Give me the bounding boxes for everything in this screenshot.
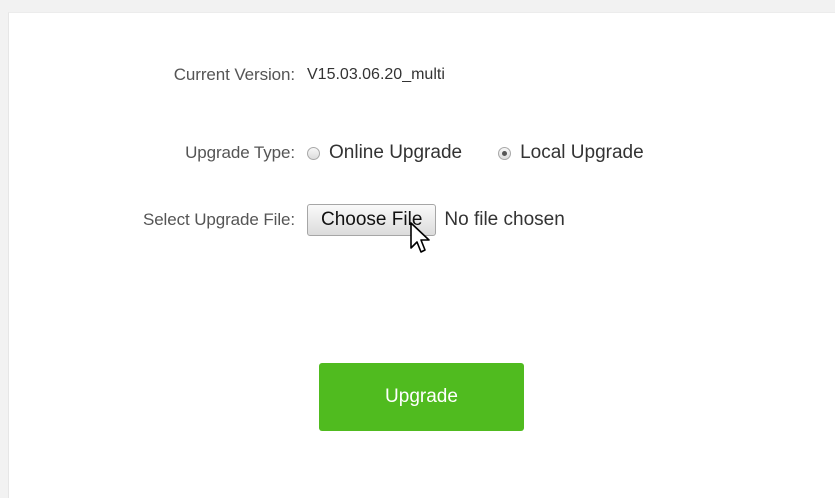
local-upgrade-radio[interactable]: Local Upgrade <box>498 142 644 164</box>
online-upgrade-radio[interactable]: Online Upgrade <box>307 142 462 164</box>
current-version-label: Current Version: <box>173 65 295 84</box>
current-version-row: Current Version: V15.03.06.20_multi <box>9 60 445 90</box>
local-upgrade-label: Local Upgrade <box>520 142 644 163</box>
upgrade-button[interactable]: Upgrade <box>319 363 524 431</box>
choose-file-button[interactable]: Choose File <box>307 204 437 236</box>
current-version-value: V15.03.06.20_multi <box>307 66 445 83</box>
online-upgrade-radio-button[interactable] <box>307 146 320 160</box>
select-file-row: Select Upgrade File: Choose File No file… <box>9 204 565 236</box>
upgrade-type-label: Upgrade Type: <box>185 143 295 162</box>
local-upgrade-radio-button[interactable] <box>498 146 512 160</box>
upgrade-type-row: Upgrade Type: Online Upgrade Local Upgra… <box>9 138 644 168</box>
online-upgrade-label: Online Upgrade <box>329 142 463 163</box>
file-status-text: No file chosen <box>444 209 565 230</box>
firmware-upgrade-panel: Current Version: V15.03.06.20_multi Upgr… <box>8 12 835 498</box>
select-upgrade-file-label: Select Upgrade File: <box>142 210 295 229</box>
